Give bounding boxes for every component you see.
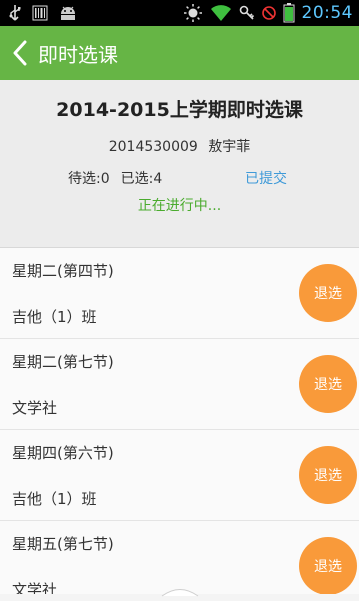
no-sim-icon [261,4,276,22]
term-title: 2014-2015上学期即时选课 [56,99,303,121]
submit-status-link[interactable]: 已提交 [245,168,287,188]
to-select-count: 待选:0 [68,171,110,187]
selection-counts: 待选:0 已选:4 [68,168,162,188]
selected-count: 已选:4 [120,171,163,187]
barcode-icon [32,5,48,21]
drop-course-button[interactable]: 退选 [299,537,357,594]
status-bar: 20:54 [0,0,359,26]
course-time: 星期四(第六节) [12,444,114,462]
status-right-icons: 20:54 [183,3,354,23]
student-name: 敖宇菲 [208,139,251,155]
vpn-key-icon [239,4,255,22]
battery-icon [283,3,295,23]
list-item: 星期二(第七节) 文学社 退选 [0,339,359,430]
drop-course-button[interactable]: 退选 [299,446,357,504]
course-name: 文学社 [12,581,58,594]
student-info: 2014530009 敖宇菲 [0,136,359,156]
wifi-icon [210,4,232,22]
chevron-left-icon [12,40,28,66]
usb-icon [8,4,22,22]
status-left-icons [8,4,78,22]
enrollment-summary: 2014-2015上学期即时选课 2014530009 敖宇菲 待选:0 已选:… [0,80,359,248]
list-item: 星期四(第六节) 吉他（1）班 退选 [0,430,359,521]
course-name: 吉他（1）班 [12,490,97,508]
progress-status: 正在进行中... [137,198,222,214]
back-button[interactable] [4,26,36,80]
brightness-icon [183,3,203,23]
scroll-hint-icon [160,582,200,597]
android-icon [58,5,78,21]
student-id: 2014530009 [108,139,198,155]
status-time: 20:54 [301,3,353,23]
app-bar: 即时选课 [0,26,359,80]
list-item: 星期二(第四节) 吉他（1）班 退选 [0,248,359,339]
course-name: 文学社 [12,399,58,417]
drop-course-button[interactable]: 退选 [299,355,357,413]
page-title: 即时选课 [38,42,118,67]
course-name: 吉他（1）班 [12,308,97,326]
course-list[interactable]: 星期二(第四节) 吉他（1）班 退选 星期二(第七节) 文学社 退选 星期四(第… [0,248,359,594]
course-time: 星期五(第七节) [12,535,114,553]
course-time: 星期二(第四节) [12,262,114,280]
course-time: 星期二(第七节) [12,353,114,371]
drop-course-button[interactable]: 退选 [299,264,357,322]
